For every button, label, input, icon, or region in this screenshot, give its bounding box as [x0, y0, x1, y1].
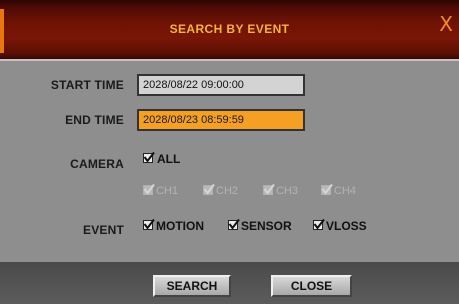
channel-ch4-checkbox[interactable] — [321, 183, 333, 195]
camera-all-label: ALL — [157, 152, 181, 166]
camera-label: CAMERA — [70, 157, 124, 171]
channel-ch2-checkbox[interactable] — [203, 183, 215, 195]
camera-all-checkbox[interactable] — [143, 151, 155, 163]
check-icon — [228, 218, 240, 230]
check-icon — [321, 183, 333, 195]
dialog-title: SEARCH BY EVENT — [169, 22, 290, 36]
channel-ch3-label: CH3 — [276, 185, 299, 197]
event-motion-checkbox[interactable] — [143, 218, 155, 230]
close-button[interactable]: CLOSE — [271, 275, 352, 297]
check-icon — [143, 151, 155, 163]
check-icon — [143, 218, 155, 230]
channel-ch1-checkbox[interactable] — [143, 183, 155, 195]
start-time-label: START TIME — [50, 78, 124, 92]
event-sensor-label: SENSOR — [241, 219, 292, 233]
event-label: EVENT — [82, 223, 124, 237]
end-time-label: END TIME — [65, 113, 124, 127]
event-sensor-checkbox[interactable] — [228, 218, 240, 230]
check-icon — [203, 183, 215, 195]
start-time-field[interactable]: 2028/08/22 09:00:00 — [137, 74, 305, 96]
channel-ch1-label: CH1 — [156, 185, 179, 197]
channel-ch3-checkbox[interactable] — [263, 183, 275, 195]
channel-ch2-label: CH2 — [216, 185, 239, 197]
event-motion-label: MOTION — [156, 219, 204, 233]
search-button[interactable]: SEARCH — [153, 275, 231, 297]
channel-ch4-label: CH4 — [334, 185, 357, 197]
close-icon[interactable]: X — [439, 14, 453, 34]
check-icon — [313, 218, 325, 230]
event-vloss-label: VLOSS — [326, 219, 367, 233]
search-by-event-dialog: SEARCH BY EVENT X START TIME 2028/08/22 … — [0, 0, 459, 304]
end-time-field[interactable]: 2028/08/23 08:59:59 — [137, 109, 305, 131]
title-bar: SEARCH BY EVENT X — [0, 0, 459, 60]
check-icon — [263, 183, 275, 195]
title-divider — [0, 59, 459, 61]
event-vloss-checkbox[interactable] — [313, 218, 325, 230]
check-icon — [143, 183, 155, 195]
